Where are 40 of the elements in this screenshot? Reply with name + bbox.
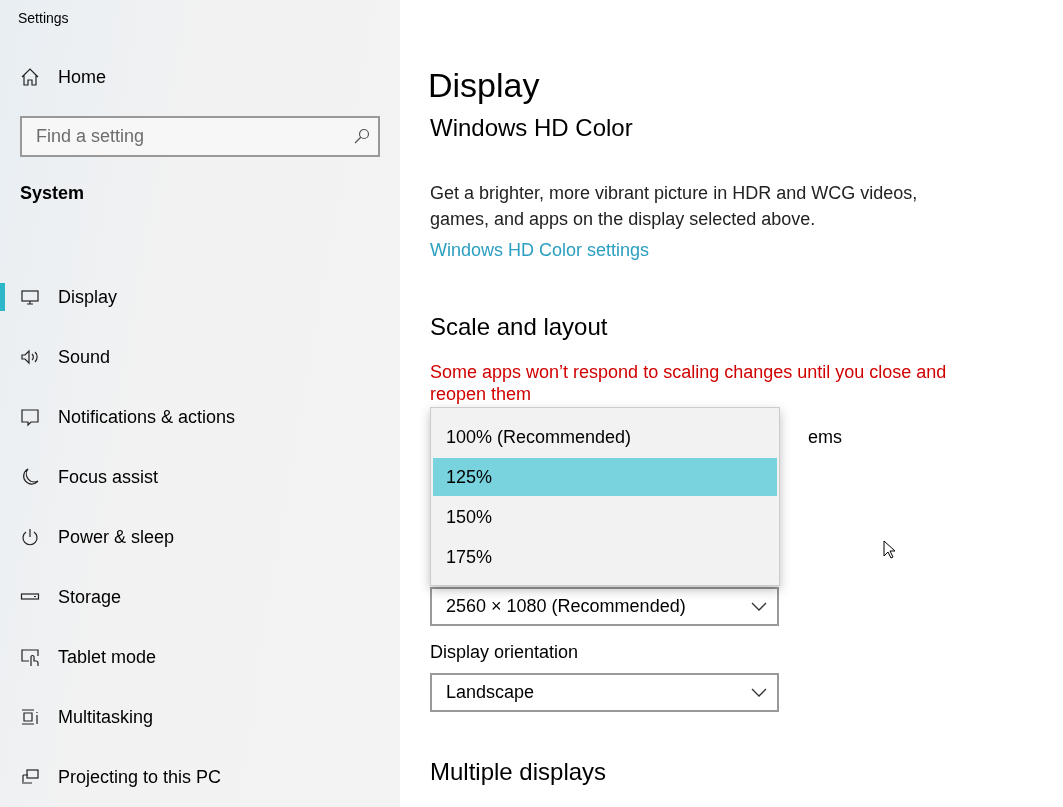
power-icon [20, 527, 40, 547]
menu-option[interactable]: 175% [433, 538, 777, 576]
search-field[interactable]: Find a setting [20, 115, 380, 157]
field-label: Display orientation [430, 642, 579, 663]
nav-item[interactable]: Storage [0, 567, 400, 627]
window-title: Settings [18, 10, 69, 26]
home-link[interactable]: Home [0, 58, 400, 96]
chevron-down-icon [751, 601, 767, 612]
menu-option[interactable]: 100% (Recommended) [433, 418, 777, 456]
nav-item[interactable]: Notifications & actions [0, 387, 400, 447]
orientation-dropdown[interactable]: Landscape [430, 673, 779, 712]
nav-item[interactable]: Sound [0, 327, 400, 387]
page-title: Display [428, 66, 540, 104]
nav-item[interactable]: Display [0, 267, 400, 327]
monitor-icon [20, 287, 40, 307]
home-icon [20, 67, 40, 88]
nav-item[interactable]: Projecting to this PC [0, 747, 400, 807]
mouse-pointer-icon [883, 540, 895, 559]
setting-label: ems [808, 427, 842, 448]
speaker-icon [20, 347, 40, 367]
windows-stack-icon [20, 707, 40, 727]
nav-item[interactable]: Power & sleep [0, 507, 400, 567]
moon-icon [20, 467, 40, 487]
warning-text: Some apps won’t respond to scaling changes until you close and reopen them [430, 361, 948, 405]
nav-item[interactable]: Multitasking [0, 687, 400, 747]
chevron-down-icon [751, 687, 767, 698]
section-heading: Multiple displays [430, 758, 607, 785]
menu-option[interactable]: 125% [433, 458, 777, 496]
resolution-dropdown[interactable]: 2560 × 1080 (Recommended) [430, 587, 779, 626]
section-heading: Windows HD Color [430, 114, 633, 141]
nav-item[interactable]: Tablet mode [0, 627, 400, 687]
nav-item[interactable]: Focus assist [0, 447, 400, 507]
laptop-screen-icon [20, 767, 40, 787]
section-heading: Scale and layout [430, 313, 608, 340]
search-icon [354, 127, 370, 144]
menu-option[interactable]: 150% [433, 498, 777, 536]
section-heading: System [20, 182, 85, 203]
speech-bubble-icon [20, 407, 40, 427]
description-text: Get a brighter, more vibrant picture in HDR and WCG videos, games, and apps on the display selected above. [430, 182, 919, 231]
tablet-touch-icon [20, 647, 40, 667]
